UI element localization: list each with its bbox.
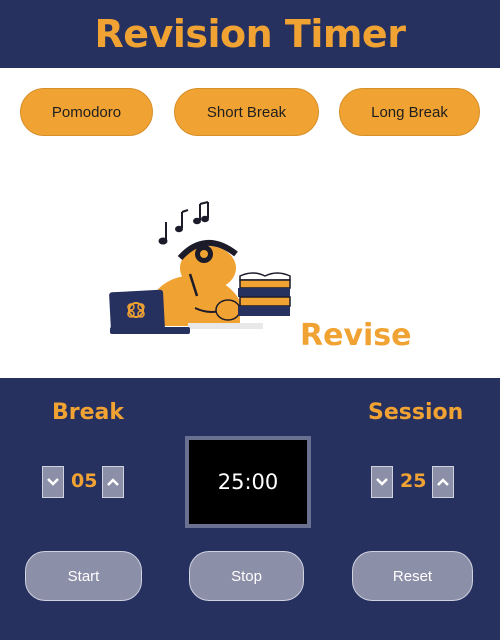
break-length-value: 05 bbox=[71, 470, 98, 492]
chevron-up-icon bbox=[107, 478, 119, 486]
start-button[interactable]: Start bbox=[25, 551, 142, 601]
break-decrement-button[interactable] bbox=[42, 466, 64, 498]
chevron-up-icon bbox=[437, 478, 449, 486]
session-decrement-button[interactable] bbox=[371, 466, 393, 498]
app-title: Revision Timer bbox=[94, 12, 406, 56]
session-increment-button[interactable] bbox=[432, 466, 454, 498]
reset-button[interactable]: Reset bbox=[352, 551, 473, 601]
chevron-down-icon bbox=[47, 478, 59, 486]
revise-label: Revise bbox=[300, 318, 412, 353]
pomodoro-button[interactable]: Pomodoro bbox=[20, 88, 153, 136]
chevron-down-icon bbox=[376, 478, 388, 486]
hero-illustration-area: Revise bbox=[0, 196, 500, 386]
break-label: Break bbox=[52, 400, 125, 425]
study-illustration bbox=[109, 201, 291, 334]
timer-text: 25:00 bbox=[217, 470, 279, 494]
session-label: Session bbox=[368, 400, 464, 425]
break-increment-button[interactable] bbox=[102, 466, 124, 498]
stop-button[interactable]: Stop bbox=[189, 551, 304, 601]
session-length-value: 25 bbox=[400, 470, 427, 492]
timer-display: 25:00 bbox=[185, 436, 311, 528]
short-break-button[interactable]: Short Break bbox=[174, 88, 319, 136]
mode-area: Pomodoro Short Break Long Break Revise bbox=[0, 68, 500, 378]
books-icon bbox=[238, 272, 291, 316]
app-header: Revision Timer bbox=[0, 0, 500, 68]
music-notes-icon bbox=[158, 201, 209, 245]
long-break-button[interactable]: Long Break bbox=[339, 88, 480, 136]
timer-panel: Break Session 05 25:00 25 Start Stop Res… bbox=[0, 378, 500, 640]
